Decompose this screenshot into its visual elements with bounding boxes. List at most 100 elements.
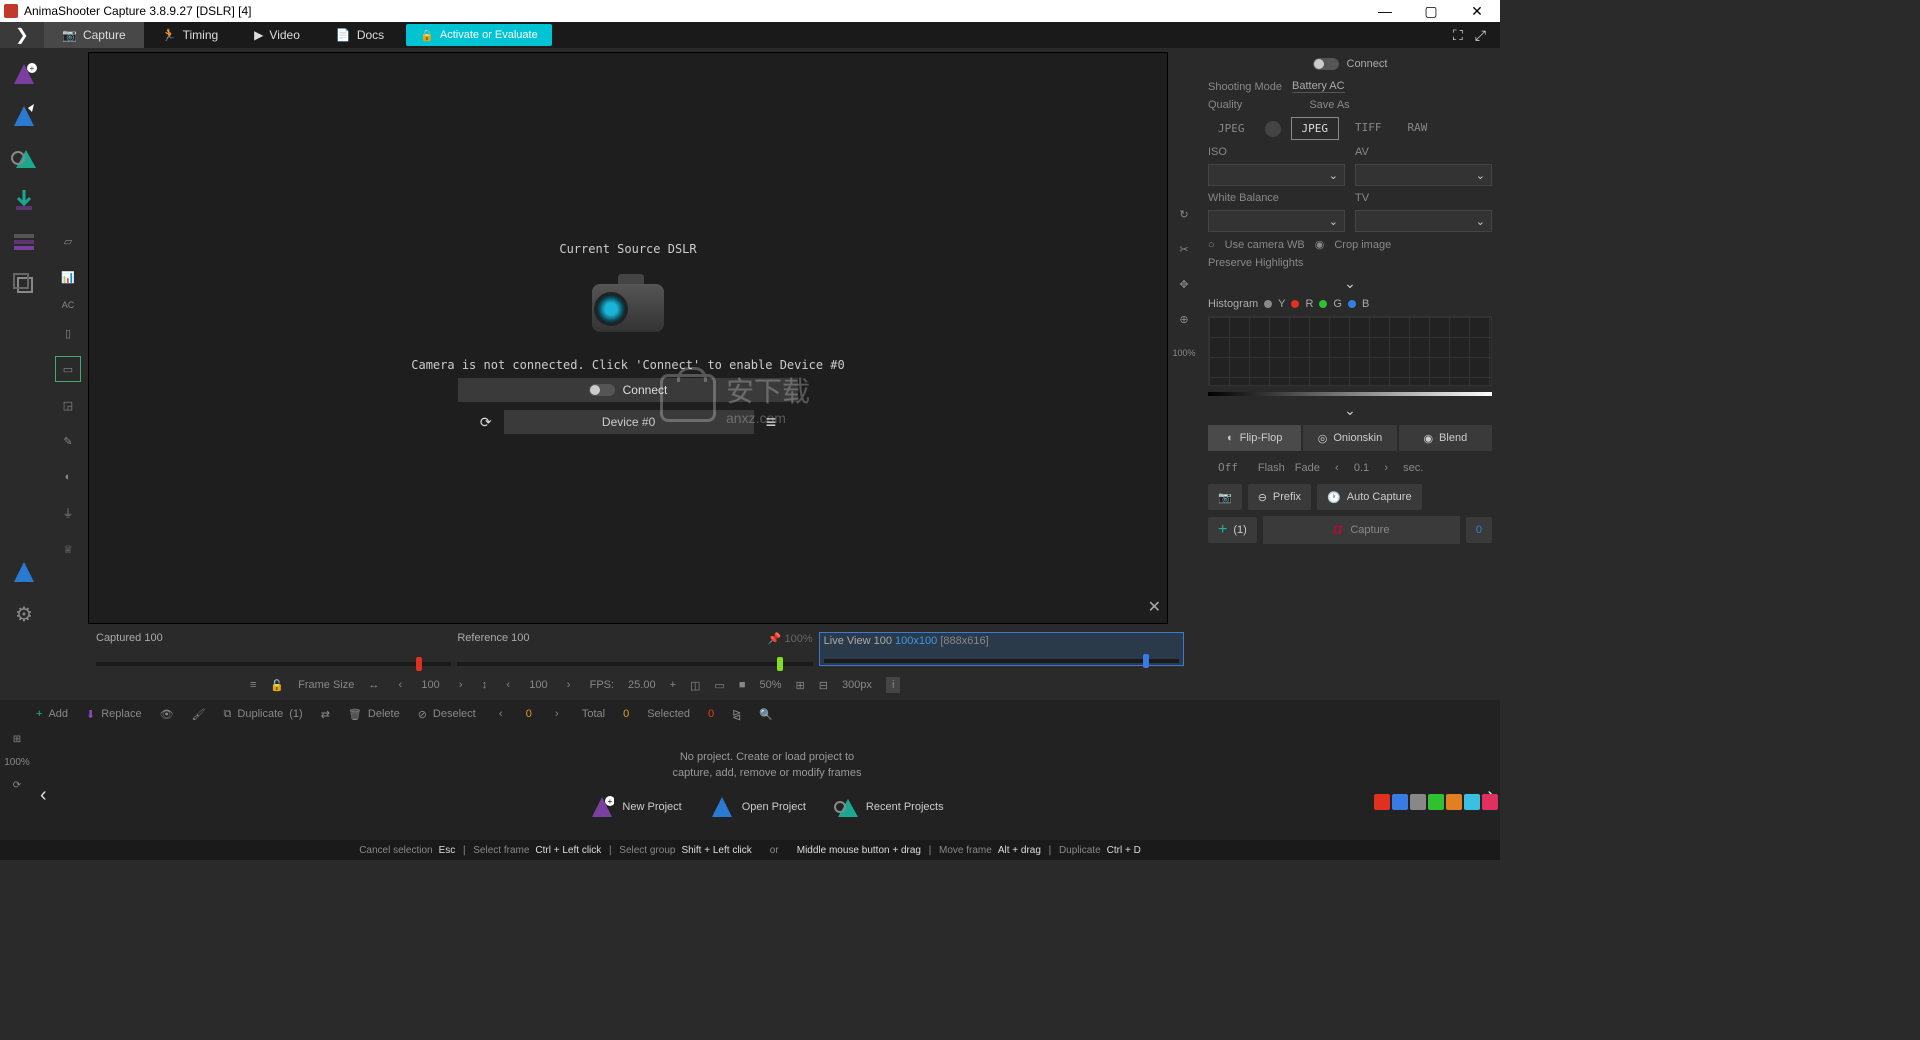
overlap-icon[interactable]: ◫	[690, 679, 700, 692]
settings-icon[interactable]: ⚙	[10, 600, 38, 628]
saveas-tiff[interactable]: TIFF	[1345, 117, 1392, 140]
crop-icon[interactable]: ◲	[55, 392, 81, 418]
photo-button[interactable]: 📷	[1208, 484, 1242, 510]
stack-icon[interactable]	[10, 270, 38, 298]
expand-chevron-1[interactable]: ⌄	[1208, 275, 1492, 292]
grid-icon[interactable]: ⊞	[13, 734, 21, 745]
new-project-button[interactable]: +New Project	[590, 795, 681, 819]
minimize-button[interactable]: —	[1362, 0, 1408, 22]
battery-icon[interactable]: ▯	[55, 320, 81, 346]
prefix-button[interactable]: ⊖Prefix	[1248, 484, 1311, 510]
new-project-icon[interactable]: +	[10, 60, 38, 88]
crop-image-radio[interactable]: ◉	[1315, 238, 1325, 251]
recent-projects-icon[interactable]	[10, 144, 38, 172]
grid3-icon[interactable]: ⊞	[796, 679, 805, 692]
prev-frame[interactable]: ‹	[494, 708, 508, 720]
fs-dec[interactable]: ‹	[393, 679, 407, 691]
resize-h-icon[interactable]: ↔	[368, 679, 379, 691]
iso-select[interactable]: ⌄	[1208, 164, 1345, 186]
search-icon[interactable]: 🔍	[759, 708, 773, 721]
hist-r-dot[interactable]	[1291, 300, 1299, 308]
tray-icon-7[interactable]	[1482, 794, 1498, 810]
refresh-icon[interactable]: ⟳	[480, 414, 492, 431]
tray-icon-5[interactable]	[1446, 794, 1462, 810]
rotate-icon[interactable]: ↻	[1179, 208, 1188, 221]
import-icon[interactable]	[10, 186, 38, 214]
hist-g-dot[interactable]	[1319, 300, 1327, 308]
captured-slider[interactable]: Captured 100	[96, 632, 451, 666]
list-icon[interactable]: ≡	[250, 679, 256, 691]
auto-capture-button[interactable]: 🕐Auto Capture	[1317, 484, 1422, 510]
contrast-icon[interactable]: ◐	[55, 464, 81, 490]
stop-icon[interactable]: ■	[739, 679, 746, 691]
hist-y-dot[interactable]	[1264, 300, 1272, 308]
layers-icon[interactable]	[10, 228, 38, 256]
saveas-jpeg[interactable]: JPEG	[1291, 117, 1340, 140]
liveview-slider[interactable]: Live View 100 100x100 [888x616]	[819, 632, 1184, 666]
move-icon[interactable]: ✥	[1179, 278, 1188, 291]
duplicate-button[interactable]: ⧉Duplicate (1)	[224, 708, 303, 721]
activate-button[interactable]: 🔒Activate or Evaluate	[406, 24, 552, 46]
blend-tab[interactable]: ◉Blend	[1399, 425, 1492, 451]
close-button[interactable]: ✕	[1454, 0, 1500, 22]
lock-icon[interactable]: 🔓	[270, 679, 284, 692]
device-menu-icon[interactable]: ≡	[766, 412, 777, 433]
capture-button[interactable]: αCapture	[1263, 516, 1460, 544]
tab-timing[interactable]: 🏃Timing	[144, 22, 237, 48]
adjust-icon[interactable]: ♕	[55, 536, 81, 562]
eye-icon[interactable]: 👁	[160, 708, 174, 721]
panel-connect[interactable]: Connect	[1208, 54, 1492, 74]
onionskin-tab[interactable]: ◎Onionskin	[1303, 425, 1396, 451]
reference-slider[interactable]: Reference 100 📌 100%	[457, 632, 812, 666]
quality-dot-icon[interactable]	[1265, 121, 1281, 137]
quality-jpeg[interactable]: JPEG	[1208, 118, 1255, 139]
expand-chevron-2[interactable]: ⌄	[1208, 402, 1492, 419]
brush-icon[interactable]: 🖌	[192, 708, 206, 721]
viewport-close-icon[interactable]: ✕	[1148, 597, 1161, 617]
tray-icon-4[interactable]	[1428, 794, 1444, 810]
wb-select[interactable]: ⌄	[1208, 210, 1345, 232]
frame-outline-icon[interactable]: ▭	[714, 679, 724, 692]
fs-inc[interactable]: ›	[454, 679, 468, 691]
tab-capture[interactable]: 📷Capture	[44, 22, 144, 48]
device-select[interactable]: Device #0	[504, 410, 754, 434]
use-camera-wb-radio[interactable]: ○	[1208, 239, 1215, 251]
cut-icon[interactable]: ✂	[1179, 243, 1188, 256]
tab-video[interactable]: ▶Video	[236, 22, 318, 48]
frame-icon[interactable]: ▭	[55, 356, 81, 382]
replace-button[interactable]: ⬇Replace	[86, 708, 142, 721]
delete-button[interactable]: 🗑Delete	[348, 708, 400, 721]
saveas-raw[interactable]: RAW	[1398, 117, 1438, 140]
open-project-button[interactable]: Open Project	[710, 795, 806, 819]
open-project-icon[interactable]	[10, 102, 38, 130]
tray-icon-3[interactable]	[1410, 794, 1426, 810]
tv-select[interactable]: ⌄	[1355, 210, 1492, 232]
tray-icon-6[interactable]	[1464, 794, 1480, 810]
eyedropper-icon[interactable]: ✎	[55, 428, 81, 454]
expand-icon[interactable]: ⤢	[1475, 27, 1486, 44]
maximize-button[interactable]: ▢	[1408, 0, 1454, 22]
connect-button[interactable]: Connect	[458, 378, 798, 402]
add-button[interactable]: +Add	[36, 708, 68, 720]
recent-projects-button[interactable]: Recent Projects	[834, 795, 944, 819]
mirror-icon[interactable]: ⧎	[732, 708, 741, 721]
grid4-icon[interactable]: ⊟	[819, 679, 828, 692]
add-count-button[interactable]: +(1)	[1208, 517, 1257, 543]
off-button[interactable]: Off	[1208, 457, 1248, 478]
tab-docs[interactable]: 📄Docs	[318, 22, 402, 48]
menu-chevron-icon[interactable]: ❯	[0, 22, 44, 48]
perspective-icon[interactable]: ▱	[55, 228, 81, 254]
av-select[interactable]: ⌄	[1355, 164, 1492, 186]
step-inc[interactable]: ›	[562, 679, 576, 691]
info-icon[interactable]: i	[886, 677, 900, 693]
timeline-prev[interactable]: ‹	[40, 784, 47, 807]
tray-icon-2[interactable]	[1392, 794, 1408, 810]
deselect-button[interactable]: ⊘Deselect	[418, 708, 476, 721]
levels-icon[interactable]: ⏚	[55, 500, 81, 526]
tray-icon-1[interactable]	[1374, 794, 1390, 810]
reverse-icon[interactable]: ⇄	[321, 708, 330, 721]
target-icon[interactable]: ⊕	[1179, 313, 1188, 326]
export-icon[interactable]	[10, 558, 38, 586]
fade-dec[interactable]: ‹	[1330, 462, 1344, 474]
hist-b-dot[interactable]	[1348, 300, 1356, 308]
